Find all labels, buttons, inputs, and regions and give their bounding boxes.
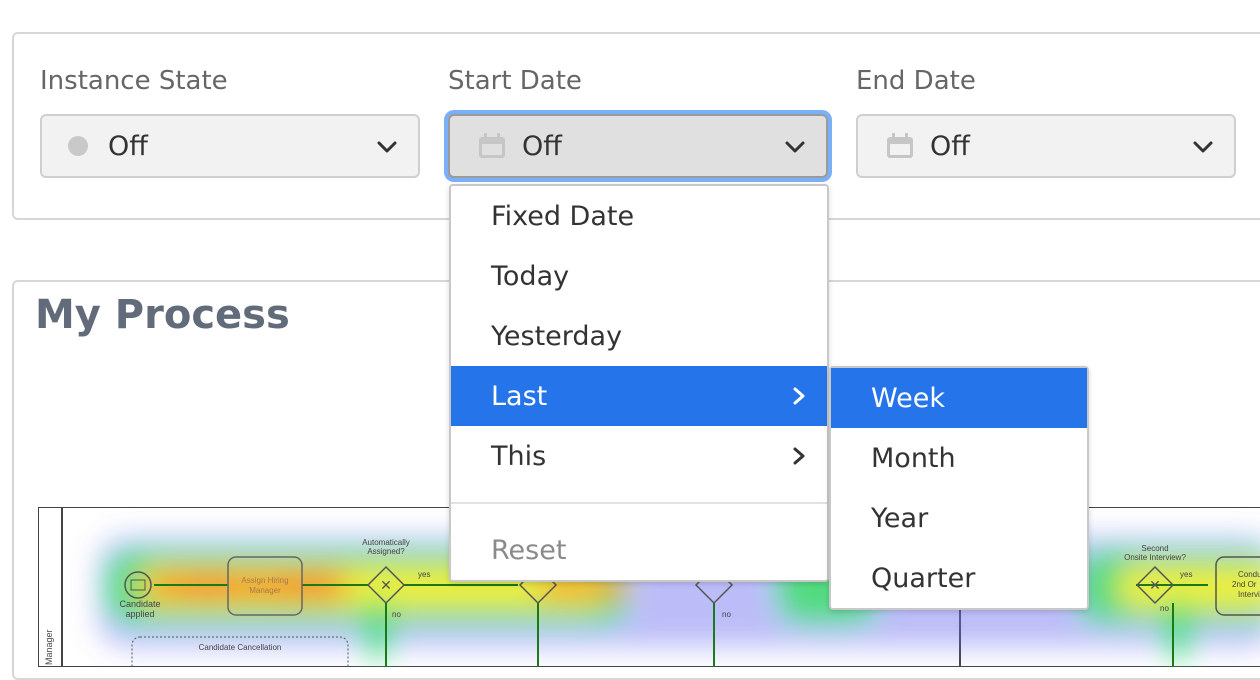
flow-label-yes: yes: [1180, 570, 1192, 579]
task-label: Condu: [1238, 570, 1260, 579]
submenu-item-year[interactable]: Year: [831, 488, 1087, 548]
chevron-down-icon: [785, 141, 805, 153]
start-date-dropdown-menu: Fixed Date Today Yesterday Last This Res…: [449, 184, 829, 582]
last-submenu: Week Month Year Quarter: [829, 366, 1089, 610]
menu-item-fixed-date[interactable]: Fixed Date: [451, 186, 827, 246]
end-date-select[interactable]: Off: [856, 114, 1236, 178]
flow-label-no: no: [1160, 604, 1169, 613]
gateway-label: Second: [1141, 544, 1168, 553]
flow-label-no: no: [722, 610, 731, 619]
submenu-item-month[interactable]: Month: [831, 428, 1087, 488]
task-label: Assign Hiring: [241, 576, 288, 585]
chevron-down-icon: [1193, 141, 1213, 153]
status-dot-icon: [68, 136, 88, 156]
menu-item-last[interactable]: Last: [451, 366, 827, 426]
instance-state-label: Instance State: [40, 66, 228, 96]
menu-item-reset[interactable]: Reset: [451, 520, 827, 580]
start-date-label: Start Date: [448, 66, 582, 96]
task-label: Intervi: [1238, 590, 1260, 599]
submenu-item-quarter[interactable]: Quarter: [831, 548, 1087, 608]
menu-item-yesterday[interactable]: Yesterday: [451, 306, 827, 366]
menu-divider: [451, 502, 827, 504]
flow-label-yes: yes: [418, 570, 430, 579]
lane-label: Manager: [44, 629, 54, 665]
start-event-label: Candidate: [119, 599, 160, 609]
start-event-label-2: applied: [125, 609, 154, 619]
menu-item-last-label: Last: [491, 380, 548, 412]
instance-state-select[interactable]: Off: [40, 114, 420, 178]
end-date-label: End Date: [856, 66, 976, 96]
menu-item-this[interactable]: This: [451, 426, 827, 486]
gateway-label-2: Assigned?: [367, 547, 405, 556]
chevron-right-icon: [793, 447, 805, 465]
menu-item-this-label: This: [491, 440, 547, 472]
process-title: My Process: [35, 292, 290, 338]
calendar-icon: [479, 133, 505, 158]
flow-label-no: no: [392, 610, 401, 619]
gateway-x-icon: ✕: [380, 577, 392, 593]
start-date-value: Off: [522, 130, 562, 162]
gateway-x-icon: ✕: [1149, 577, 1161, 593]
instance-state-value: Off: [108, 130, 148, 162]
gateway-label-2: Onsite Interview?: [1124, 553, 1186, 562]
menu-item-today[interactable]: Today: [451, 246, 827, 306]
end-date-value: Off: [930, 130, 970, 162]
start-date-select[interactable]: Off: [448, 114, 828, 178]
task-label: Manager: [249, 586, 281, 595]
task-label: 2nd Or: [1232, 580, 1257, 589]
gateway-label: Automatically: [362, 538, 410, 547]
chevron-down-icon: [377, 141, 397, 153]
calendar-icon: [887, 133, 913, 158]
submenu-item-week[interactable]: Week: [831, 368, 1087, 428]
chevron-right-icon: [793, 387, 805, 405]
